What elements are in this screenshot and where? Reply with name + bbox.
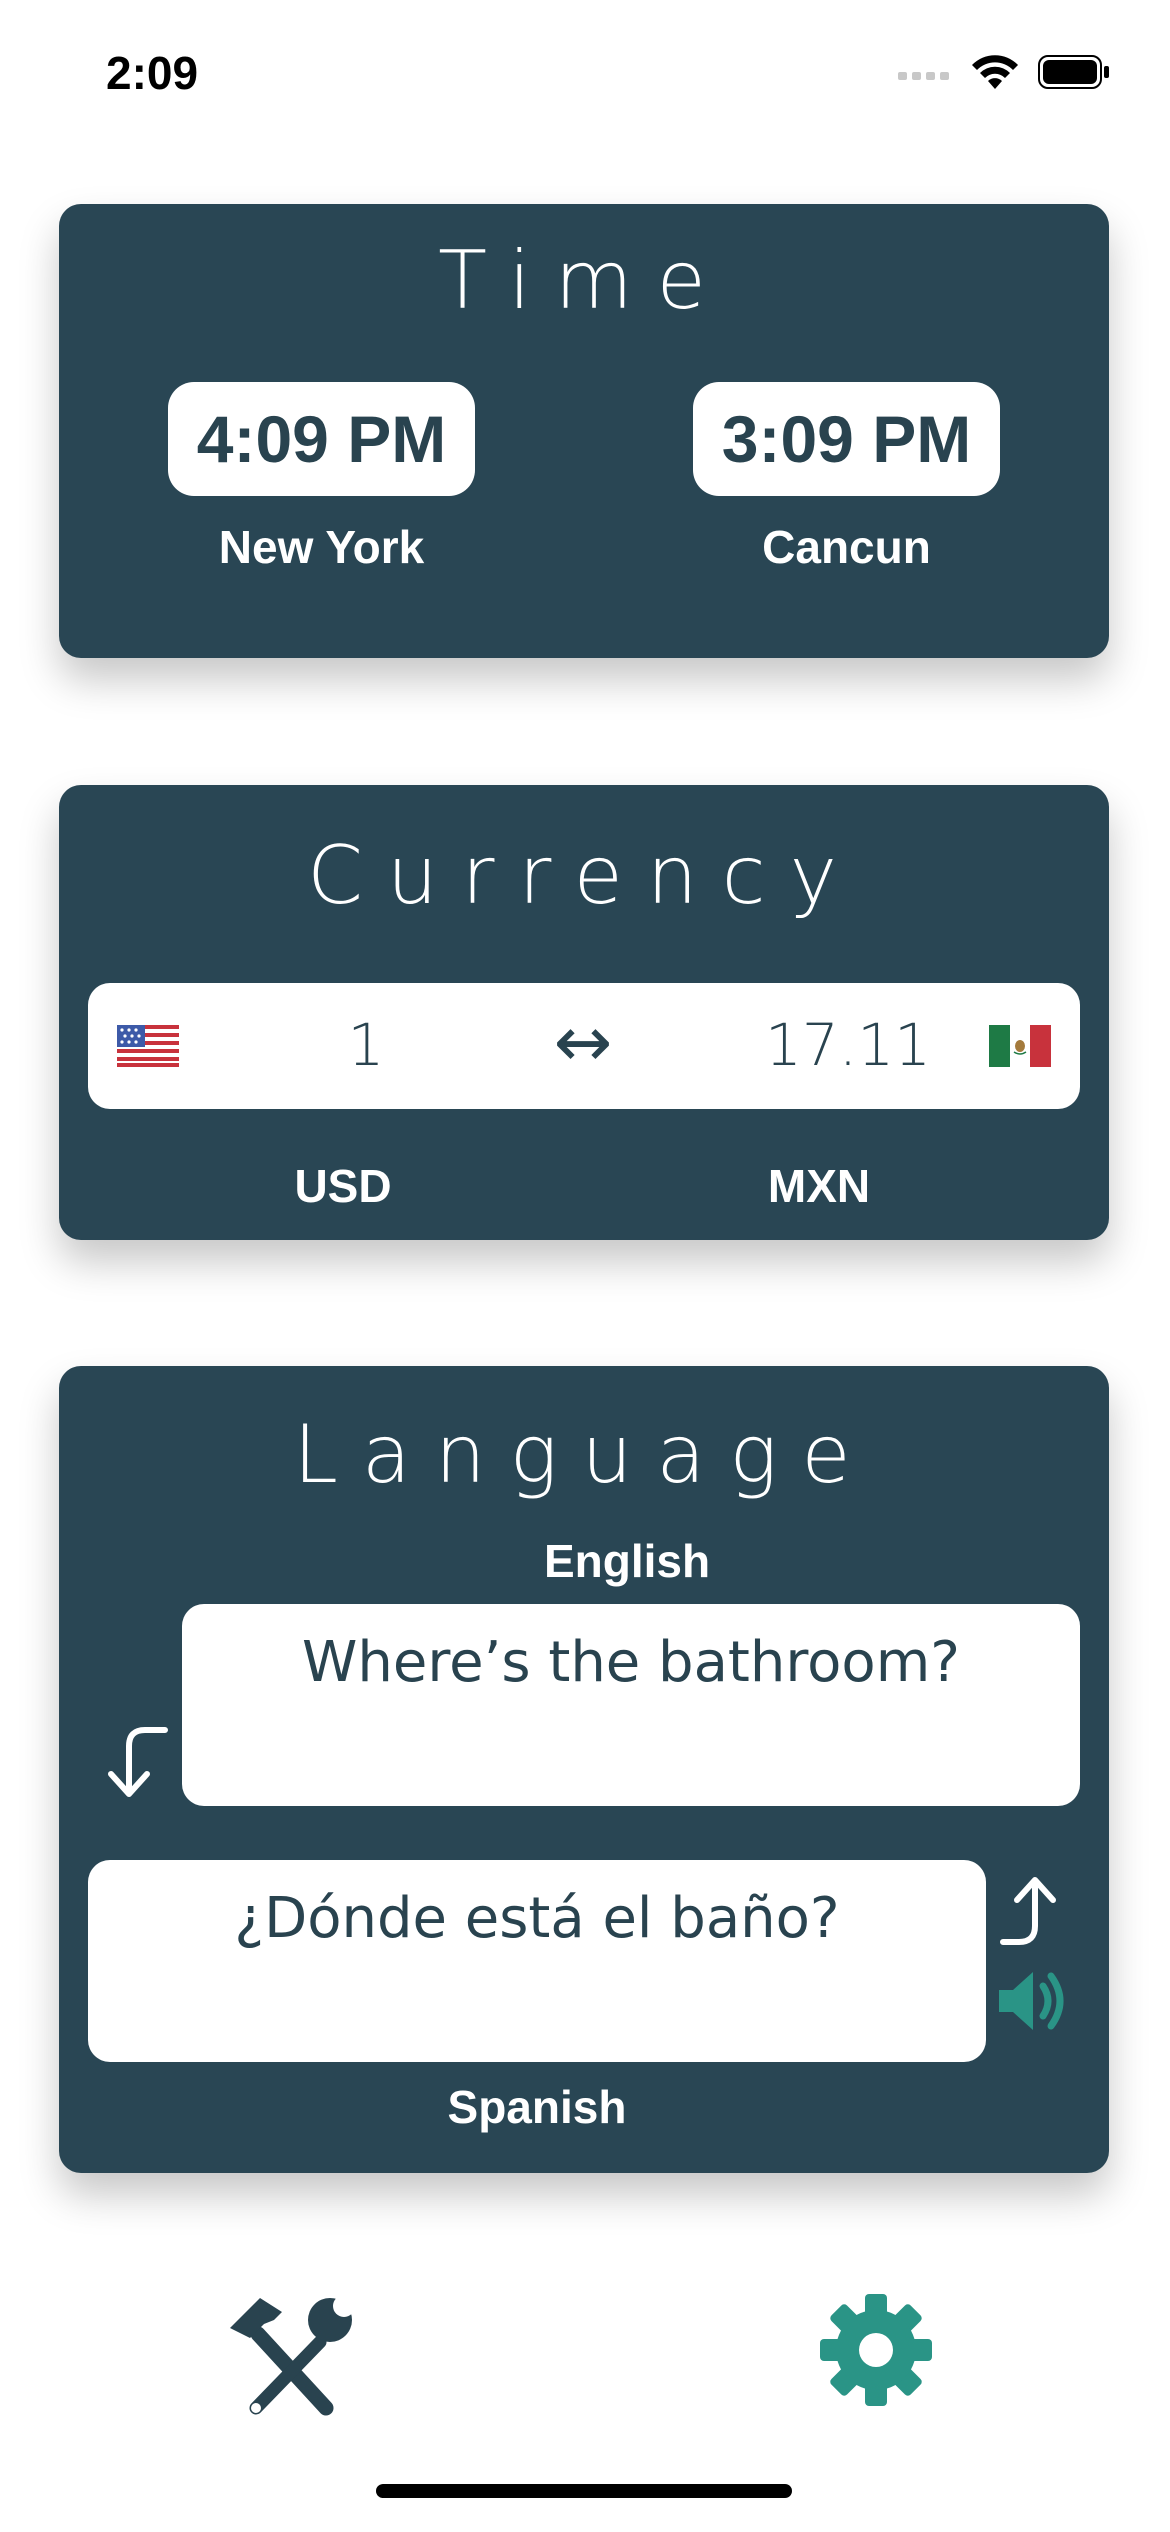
time-card: Time 4:09 PM New York 3:09 PM Cancun xyxy=(59,204,1109,658)
target-text-box[interactable]: ¿Dónde está el baño? xyxy=(88,1860,986,2062)
language-card-title: Language xyxy=(293,1408,875,1501)
settings-tab-button[interactable] xyxy=(816,2290,936,2410)
cancun-label: Cancun xyxy=(762,521,931,573)
new-york-time: 4:09 PM xyxy=(168,382,475,496)
currency-card-title: Currency xyxy=(307,829,861,922)
time-card-title: Time xyxy=(438,234,730,327)
source-text-box[interactable]: Where’s the bathroom? xyxy=(182,1604,1080,1806)
tools-tab-button[interactable] xyxy=(220,2290,360,2430)
to-amount[interactable]: 17.11 xyxy=(748,1011,948,1079)
from-amount[interactable]: 1 xyxy=(306,1011,426,1079)
cellular-signal-icon xyxy=(898,72,949,80)
from-currency-code: USD xyxy=(294,1160,392,1212)
status-time: 2:09 xyxy=(106,47,199,99)
mexico-flag-icon xyxy=(989,1025,1051,1067)
status-icons xyxy=(898,52,1110,92)
language-card: Language English Where’s the bathroom? ¿… xyxy=(59,1366,1109,2173)
tab-bar xyxy=(0,2290,1170,2450)
speaker-icon[interactable] xyxy=(995,1966,1075,2036)
tools-icon xyxy=(230,2295,355,2416)
home-indicator xyxy=(376,2484,792,2498)
currency-row: 1 ↔ 17.11 xyxy=(88,983,1080,1109)
turn-down-left-arrow-icon[interactable] xyxy=(99,1722,169,1802)
gear-icon xyxy=(820,2294,932,2406)
cancun-time: 3:09 PM xyxy=(693,382,1000,496)
target-language-label[interactable]: Spanish xyxy=(352,2080,722,2134)
swap-arrows-icon[interactable]: ↔ xyxy=(508,1001,658,1083)
status-bar: 2:09 xyxy=(0,0,1170,150)
source-language-label[interactable]: English xyxy=(442,1534,812,1588)
wifi-icon xyxy=(972,55,1018,89)
us-flag-icon xyxy=(117,1025,179,1067)
battery-icon xyxy=(1038,55,1109,89)
currency-card: Currency 1 ↔ 17.11 USD MXN xyxy=(59,785,1109,1240)
turn-up-right-arrow-icon[interactable] xyxy=(995,1870,1075,1950)
to-currency-code: MXN xyxy=(767,1160,871,1212)
new-york-label: New York xyxy=(218,521,425,573)
